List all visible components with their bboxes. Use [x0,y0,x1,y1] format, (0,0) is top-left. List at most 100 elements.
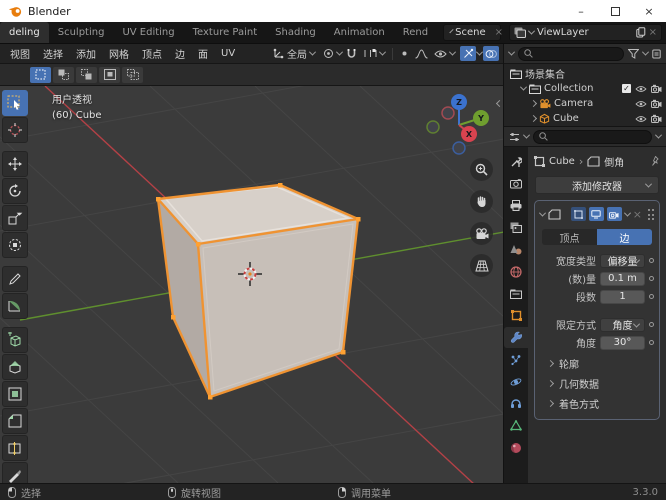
maximize-button[interactable] [598,0,632,22]
navigation-gizmo[interactable]: Z Y X [419,88,497,166]
tab-scene-properties[interactable] [504,239,528,260]
hide-eye-icon[interactable] [635,100,647,108]
unlink-scene-icon[interactable]: × [495,27,503,38]
proportional-editing-button[interactable] [396,46,412,61]
zoom-view-button[interactable] [470,158,493,181]
view-layer-selector[interactable]: ViewLayer × [509,24,662,41]
angle-field[interactable]: 30° [600,335,645,350]
scene-selector[interactable]: Scene × [443,24,503,41]
falloff-button[interactable] [413,46,429,61]
tool-select-box[interactable] [2,90,28,116]
menu-add[interactable]: 添加 [70,46,102,61]
filter-dropdown-icon[interactable] [641,48,650,56]
pivot-point-button[interactable] [320,46,336,61]
new-collection-icon[interactable] [652,49,661,59]
outliner-search-input[interactable] [537,48,618,59]
properties-search[interactable] [533,129,652,144]
tab-texture-paint[interactable]: Texture Paint [184,22,267,43]
section-geometry[interactable]: 几何数据 [540,373,654,393]
tool-knife[interactable] [2,462,28,483]
amount-field[interactable]: 0.1 m [600,271,645,286]
tab-shading[interactable]: Shading [266,22,325,43]
limit-method-dropdown[interactable]: 角度 [600,317,645,332]
properties-editor-icon[interactable] [509,132,520,142]
tab-render-properties[interactable] [504,173,528,194]
tab-particle-properties[interactable] [504,349,528,370]
properties-editor-menu-icon[interactable] [522,131,531,139]
select-mode-extend-button[interactable] [53,66,74,83]
tool-move[interactable] [2,151,28,177]
breadcrumb-modifier-name[interactable]: 倒角 [604,154,624,169]
menu-vertex[interactable]: 顶点 [136,46,168,61]
keyframe-dot-icon[interactable] [649,322,654,327]
outliner-row-collection[interactable]: Collection ✓ [510,81,662,96]
cube-expand-icon[interactable] [529,114,538,123]
breadcrumb-pin-icon[interactable] [651,155,660,167]
segments-field[interactable]: 1 [600,289,645,304]
tab-modeling[interactable]: deling [0,22,49,43]
toggle-perspective-button[interactable] [470,254,493,277]
keyframe-dot-icon[interactable] [649,294,654,299]
tool-measure[interactable] [2,293,28,319]
breadcrumb-object-name[interactable]: Cube [549,156,575,167]
tab-animation[interactable]: Animation [325,22,394,43]
snap-toggle-button[interactable] [343,46,359,61]
transform-orientation[interactable]: 全局 [269,46,319,61]
panel-expand-icon[interactable] [538,209,547,217]
tool-loop-cut[interactable] [2,435,28,461]
pivot-dropdown-icon[interactable] [335,48,344,56]
remove-view-layer-icon[interactable]: × [649,27,657,38]
filter-funnel-icon[interactable] [628,48,639,59]
tool-bevel[interactable] [2,408,28,434]
menu-mesh[interactable]: 网格 [103,46,135,61]
tool-extrude-region[interactable] [2,354,28,380]
display-in-editmode-toggle[interactable] [570,207,586,221]
select-mode-set-button[interactable] [30,66,51,83]
section-profile[interactable]: 轮廓 [540,353,654,373]
keyframe-dot-icon[interactable] [649,276,654,281]
menu-face[interactable]: 面 [192,46,214,61]
display-realtime-toggle[interactable] [588,207,604,221]
tab-sculpting[interactable]: Sculpting [49,22,114,43]
tab-uv-editing[interactable]: UV Editing [113,22,183,43]
outliner-editor-menu-icon[interactable] [507,48,516,56]
tool-scale[interactable] [2,205,28,231]
keyframe-dot-icon[interactable] [649,258,654,263]
viewport-3d[interactable]: 用户透视 (60) Cube Z Y X [0,86,503,483]
collection-checkbox[interactable]: ✓ [622,84,631,93]
menu-select[interactable]: 选择 [37,46,69,61]
tab-object-data-properties[interactable] [504,415,528,436]
add-modifier-button[interactable]: 添加修改器 [535,176,659,194]
disable-render-camera-icon[interactable] [651,84,662,93]
tab-view-layer-properties[interactable] [504,217,528,238]
tab-world-properties[interactable] [504,261,528,282]
tab-physics-properties[interactable] [504,371,528,392]
outliner-row-cube[interactable]: Cube [510,111,662,126]
camera-expand-icon[interactable] [529,99,538,108]
hide-eye-icon[interactable] [635,85,647,93]
section-shading[interactable]: 着色方式 [540,393,654,413]
modifier-extras-icon[interactable] [623,209,631,217]
disable-render-camera-icon[interactable] [651,114,662,123]
menu-edge[interactable]: 边 [169,46,191,61]
affect-vertices-tab[interactable]: 顶点 [542,229,597,245]
close-button[interactable]: × [632,0,666,22]
menu-view[interactable]: 视图 [4,46,36,61]
tab-output-properties[interactable] [504,195,528,216]
outliner-search[interactable] [518,46,624,61]
snap-target-button[interactable] [360,48,389,58]
menu-uv[interactable]: UV [215,48,241,59]
tab-tool-properties[interactable] [504,151,528,172]
tool-cursor[interactable] [2,117,28,143]
show-gizmo-button[interactable] [460,46,476,61]
outliner-row-scene-collection[interactable]: 场景集合 [510,66,662,81]
tab-constraint-properties[interactable] [504,393,528,414]
hide-eye-icon[interactable] [635,115,647,123]
select-mode-intersect-button[interactable] [122,66,143,83]
collection-expand-icon[interactable] [519,83,528,91]
tool-rotate[interactable] [2,178,28,204]
tab-material-properties[interactable] [504,437,528,458]
tool-add-cube[interactable] [2,327,28,353]
width-type-dropdown[interactable]: 偏移量 [600,253,645,268]
show-object-types-button[interactable] [430,48,459,59]
